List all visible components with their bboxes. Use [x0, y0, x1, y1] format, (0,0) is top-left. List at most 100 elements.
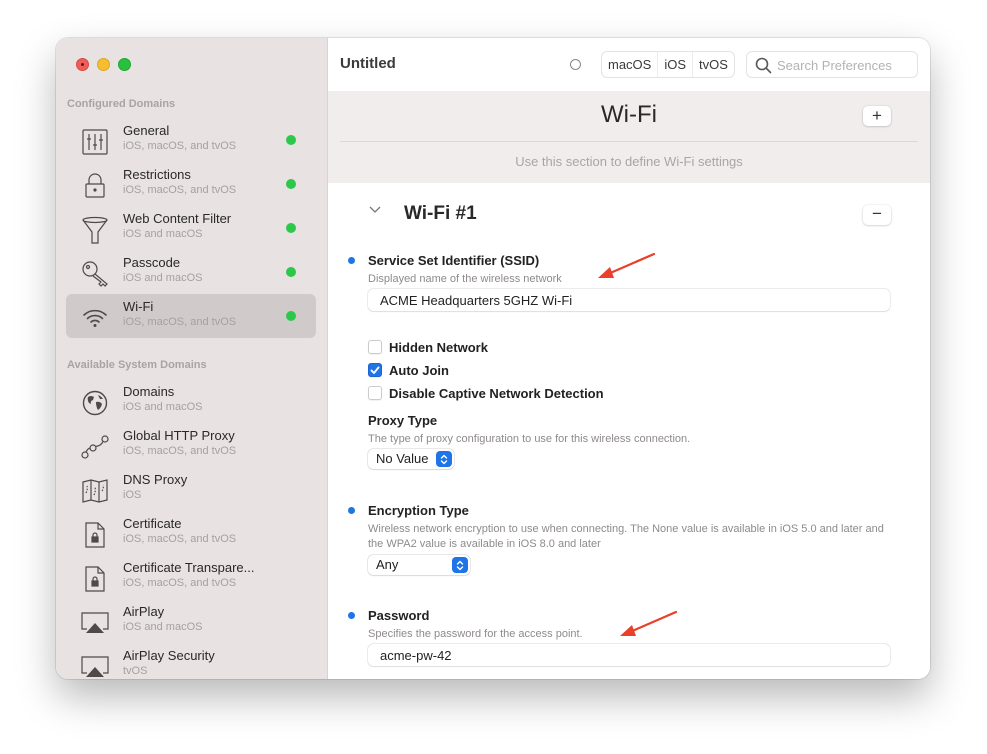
proxy-type-description: The type of proxy configuration to use f…	[368, 433, 691, 445]
sidebar-item-title: Web Content Filter	[123, 211, 232, 226]
close-window-button[interactable]	[76, 58, 89, 71]
sidebar-item-title: Global HTTP Proxy	[123, 428, 235, 443]
sidebar-item-platforms: tvOS	[123, 665, 148, 677]
sidebar-item-platforms: iOS, macOS, and tvOS	[123, 140, 237, 152]
sidebar-item-airplay-security[interactable]: AirPlay Security tvOS	[66, 643, 316, 679]
sidebar-item-title: Passcode	[123, 255, 181, 270]
wifi-payload: Wi-Fi #1 − Service Set Identifier (SSID)…	[328, 183, 930, 679]
sidebar-item-title: Certificate	[123, 516, 182, 531]
payload-title: Wi-Fi #1	[404, 203, 477, 224]
encryption-type-select[interactable]: Any	[368, 555, 470, 575]
sidebar-item-platforms: iOS and macOS	[123, 621, 203, 633]
sidebar-item-platforms: iOS	[123, 489, 142, 501]
platform-filter-macos[interactable]: macOS	[602, 52, 659, 77]
available-domains-heading: Available System Domains	[67, 359, 207, 371]
sidebar-item-title: Domains	[123, 384, 175, 399]
certificate-icon	[80, 520, 110, 550]
sidebar-item-title: AirPlay	[123, 604, 165, 619]
sidebar-item-general[interactable]: General iOS, macOS, and tvOS	[66, 118, 316, 162]
sidebar-item-certificate-transparency[interactable]: Certificate Transpare... iOS, macOS, and…	[66, 555, 316, 599]
sidebar-item-passcode[interactable]: Passcode iOS and macOS	[66, 250, 316, 294]
sidebar-item-title: Certificate Transpare...	[123, 560, 255, 575]
required-indicator	[348, 612, 355, 619]
auto-join-label: Auto Join	[389, 362, 449, 378]
disable-captive-network-detection-label: Disable Captive Network Detection	[389, 385, 604, 401]
sidebar-item-domains[interactable]: Domains iOS and macOS	[66, 379, 316, 423]
auto-join-checkbox-row[interactable]: Auto Join	[368, 362, 449, 378]
document-status-indicator	[570, 59, 581, 70]
wifi-icon	[80, 303, 110, 333]
required-indicator	[348, 257, 355, 264]
search-input[interactable]	[777, 56, 915, 74]
app-window: Configured Domains General iOS, macOS, a…	[56, 38, 930, 679]
lock-icon	[80, 171, 110, 201]
disable-captive-network-detection-checkbox[interactable]	[368, 386, 382, 400]
sidebar-item-platforms: iOS, macOS, and tvOS	[123, 577, 237, 589]
encryption-type-value: Any	[376, 557, 399, 572]
configured-status-dot	[286, 179, 296, 189]
sidebar-item-title: Wi-Fi	[123, 299, 154, 314]
sidebar-item-global-http-proxy[interactable]: Global HTTP Proxy iOS, macOS, and tvOS	[66, 423, 316, 467]
sidebar-item-airplay[interactable]: AirPlay iOS and macOS	[66, 599, 316, 643]
document-title: Untitled	[340, 55, 396, 72]
sidebar-item-wifi[interactable]: Wi-Fi iOS, macOS, and tvOS	[66, 294, 316, 338]
password-input[interactable]	[368, 644, 890, 666]
chevron-down-icon[interactable]	[368, 205, 382, 215]
main-panel: Untitled macOS iOS tvOS Wi-Fi + Use this…	[328, 38, 930, 679]
section-divider	[340, 141, 918, 142]
ssid-description: Displayed name of the wireless network	[368, 273, 562, 285]
encryption-type-description: Wireless network encryption to use when …	[368, 523, 884, 550]
sidebar-item-platforms: iOS, macOS, and tvOS	[123, 445, 237, 457]
sidebar-item-platforms: iOS and macOS	[123, 272, 203, 284]
section-description: Use this section to define Wi-Fi setting…	[515, 154, 743, 169]
configured-status-dot	[286, 311, 296, 321]
disable-captive-checkbox-row[interactable]: Disable Captive Network Detection	[368, 385, 604, 401]
search-icon	[755, 57, 772, 74]
add-payload-button[interactable]: +	[863, 106, 891, 126]
map-icon	[80, 476, 110, 506]
sidebar-item-title: General	[123, 123, 170, 138]
proxy-type-label: Proxy Type	[368, 413, 438, 428]
required-indicator	[348, 507, 355, 514]
funnel-icon	[80, 215, 110, 245]
configured-domains-heading: Configured Domains	[67, 98, 176, 110]
airplay-icon	[80, 608, 110, 638]
certificate-icon	[80, 564, 110, 594]
hidden-network-checkbox[interactable]	[368, 340, 382, 354]
auto-join-checkbox[interactable]	[368, 363, 382, 377]
sidebar-item-dns-proxy[interactable]: DNS Proxy iOS	[66, 467, 316, 511]
platform-filter-tvos[interactable]: tvOS	[693, 52, 734, 77]
sidebar-item-platforms: iOS and macOS	[123, 228, 203, 240]
sidebar-item-platforms: iOS, macOS, and tvOS	[123, 184, 237, 196]
platform-filter-ios[interactable]: iOS	[658, 52, 694, 77]
password-label: Password	[368, 608, 430, 623]
checkmark-icon	[370, 366, 380, 374]
minimize-window-button[interactable]	[97, 58, 110, 71]
hidden-network-checkbox-row[interactable]: Hidden Network	[368, 339, 488, 355]
proxy-type-value: No Value	[376, 451, 429, 466]
sidebar-item-title: Restrictions	[123, 167, 191, 182]
ssid-label: Service Set Identifier (SSID)	[368, 253, 540, 268]
search-field[interactable]	[746, 51, 918, 78]
encryption-type-label: Encryption Type	[368, 503, 469, 518]
configured-status-dot	[286, 267, 296, 277]
configured-status-dot	[286, 223, 296, 233]
sidebar-item-web-content-filter[interactable]: Web Content Filter iOS and macOS	[66, 206, 316, 250]
up-down-arrows-icon	[436, 451, 452, 467]
proxy-type-select[interactable]: No Value	[368, 449, 454, 469]
remove-payload-button[interactable]: −	[863, 205, 891, 225]
zoom-window-button[interactable]	[118, 58, 131, 71]
sidebar: Configured Domains General iOS, macOS, a…	[56, 38, 328, 679]
ssid-input[interactable]	[368, 289, 890, 311]
hidden-network-label: Hidden Network	[389, 339, 488, 355]
configured-status-dot	[286, 135, 296, 145]
up-down-arrows-icon	[452, 557, 468, 573]
sidebar-item-restrictions[interactable]: Restrictions iOS, macOS, and tvOS	[66, 162, 316, 206]
sliders-icon	[80, 127, 110, 157]
window-controls	[76, 58, 131, 71]
proxy-nodes-icon	[80, 432, 110, 462]
sidebar-item-title: AirPlay Security	[123, 648, 215, 663]
section-title: Wi-Fi	[601, 101, 657, 128]
sidebar-item-certificate[interactable]: Certificate iOS, macOS, and tvOS	[66, 511, 316, 555]
key-icon	[80, 259, 110, 289]
